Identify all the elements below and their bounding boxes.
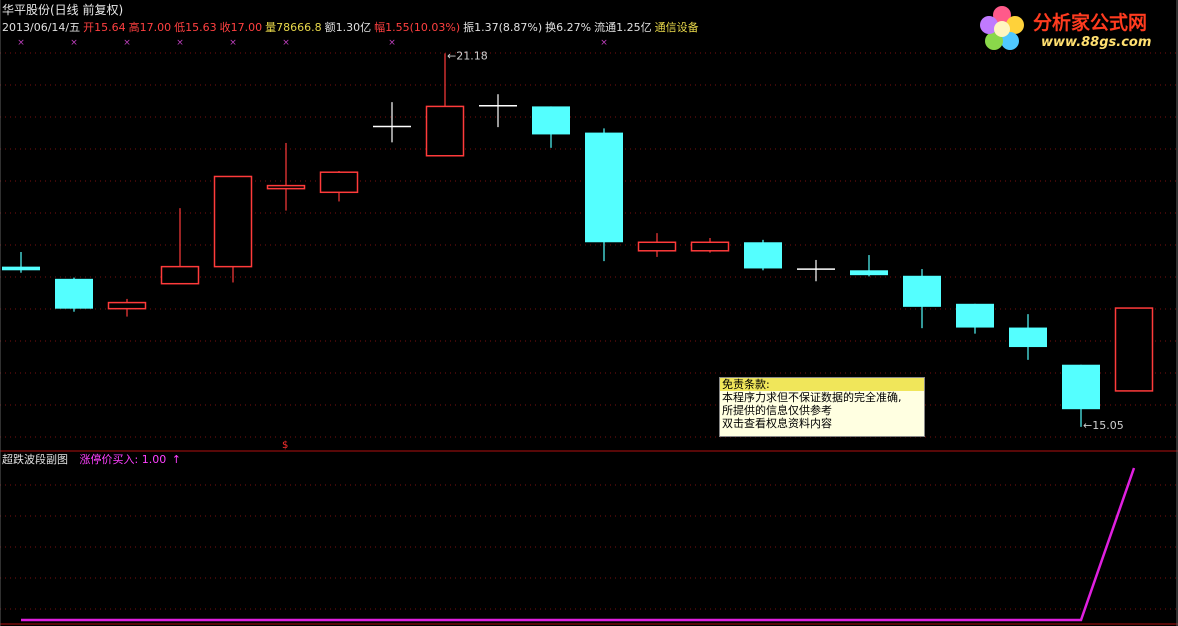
candle-body <box>55 278 93 309</box>
candle <box>319 170 359 202</box>
candle <box>1009 314 1047 360</box>
candle-body <box>160 265 200 285</box>
candle <box>850 255 888 277</box>
quote-field: 幅1.55(10.03%) <box>374 21 461 34</box>
quote-field: 换6.27% <box>545 21 592 34</box>
candle-body <box>532 106 570 135</box>
signal-marker: × <box>123 38 131 48</box>
quote-field: 额1.30亿 <box>324 21 372 34</box>
signal-marker: × <box>17 38 25 48</box>
candle <box>585 128 623 262</box>
candle-body <box>213 175 253 268</box>
quote-field: 振1.37(8.87%) <box>463 21 543 34</box>
logo-text: 分析家公式网 <box>1033 12 1148 34</box>
disclaimer-line: 双击查看权息资料内容 <box>722 417 832 430</box>
candle-body <box>425 105 465 157</box>
candle-body <box>1114 307 1154 392</box>
signal-marker: × <box>600 38 608 48</box>
quote-field: 2013/06/14/五 <box>2 21 81 34</box>
logo-url[interactable]: www.88gs.com <box>1041 35 1151 50</box>
chart-canvas: × × × × × × × × ←21.18 ←15.05 <box>0 0 1178 626</box>
quote-field: 流通1.25亿 <box>594 21 652 34</box>
candle <box>956 303 994 334</box>
candle <box>107 298 147 317</box>
candle-body <box>107 301 147 310</box>
candle-body <box>266 184 306 190</box>
candle-body <box>319 171 359 194</box>
candle <box>637 233 677 257</box>
candle <box>425 53 465 157</box>
candle <box>479 94 517 128</box>
sub-panel-header: 超跌波段副图 涨停价买入: 1.00 ↑ <box>2 453 181 466</box>
candle-body <box>850 270 888 276</box>
candle <box>690 238 730 253</box>
flower-icon <box>980 6 1024 50</box>
quote-field: 通信设备 <box>654 21 699 34</box>
quote-field: 开15.64 <box>83 21 126 34</box>
candle-body <box>744 242 782 269</box>
candlestick-series <box>2 53 1154 427</box>
candle <box>160 208 200 285</box>
disclaimer-line: 本程序力求但不保证数据的完全准确, <box>722 391 902 404</box>
candle <box>1114 307 1154 392</box>
candle <box>532 106 570 148</box>
candle-body <box>1062 364 1100 410</box>
disclaimer-line: 所提供的信息仅供参考 <box>722 404 832 417</box>
grid-lines <box>0 0 1178 626</box>
quote-field: 收17.00 <box>219 21 263 34</box>
quote-field: 高17.00 <box>128 21 172 34</box>
stock-title: 华平股份(日线 前复权) <box>2 3 124 17</box>
candle-body <box>2 266 40 271</box>
candle <box>266 142 306 211</box>
signal-marker: × <box>388 38 396 48</box>
signal-markers: × × × × × × × × <box>17 38 608 48</box>
candle-body <box>585 132 623 243</box>
quote-field: 量78666.8 <box>265 21 322 34</box>
signal-marker: × <box>282 38 290 48</box>
price-annotation: ←21.18 <box>447 49 488 62</box>
candle <box>55 277 93 312</box>
candle <box>903 269 941 329</box>
sub-panel-line <box>21 467 1136 622</box>
site-logo: 分析家公式网 www.88gs.com <box>975 2 1175 56</box>
candle <box>1062 364 1100 427</box>
candle-body <box>690 241 730 252</box>
signal-marker: × <box>229 38 237 48</box>
sub-panel-marker: $ <box>282 440 289 451</box>
candle <box>213 175 253 283</box>
candle <box>373 102 411 143</box>
series-line <box>21 467 1136 622</box>
disclaimer-title: 免责条款: <box>720 378 924 391</box>
candle <box>744 239 782 271</box>
signal-marker: × <box>176 38 184 48</box>
sub-panel-title: 超跌波段副图 <box>2 453 68 466</box>
candle-body <box>1009 327 1047 348</box>
price-annotation: ←15.05 <box>1083 419 1124 432</box>
candle-body <box>637 241 677 252</box>
candle <box>797 259 835 282</box>
candle-body <box>903 275 941 307</box>
arrow-up-icon: ↑ <box>171 453 181 466</box>
quote-bar: 2013/06/14/五 开15.64 高17.00 低15.63 收17.00 量786… <box>2 21 702 34</box>
indicator-label: 涨停价买入: 1.00 <box>79 453 167 466</box>
quote-field: 低15.63 <box>174 21 217 34</box>
signal-marker: × <box>70 38 78 48</box>
candle <box>2 252 40 273</box>
disclaimer-tooltip[interactable]: 免责条款: 本程序力求但不保证数据的完全准确, 所提供的信息仅供参考 双击查看权… <box>719 377 925 437</box>
candle-body <box>956 303 994 328</box>
